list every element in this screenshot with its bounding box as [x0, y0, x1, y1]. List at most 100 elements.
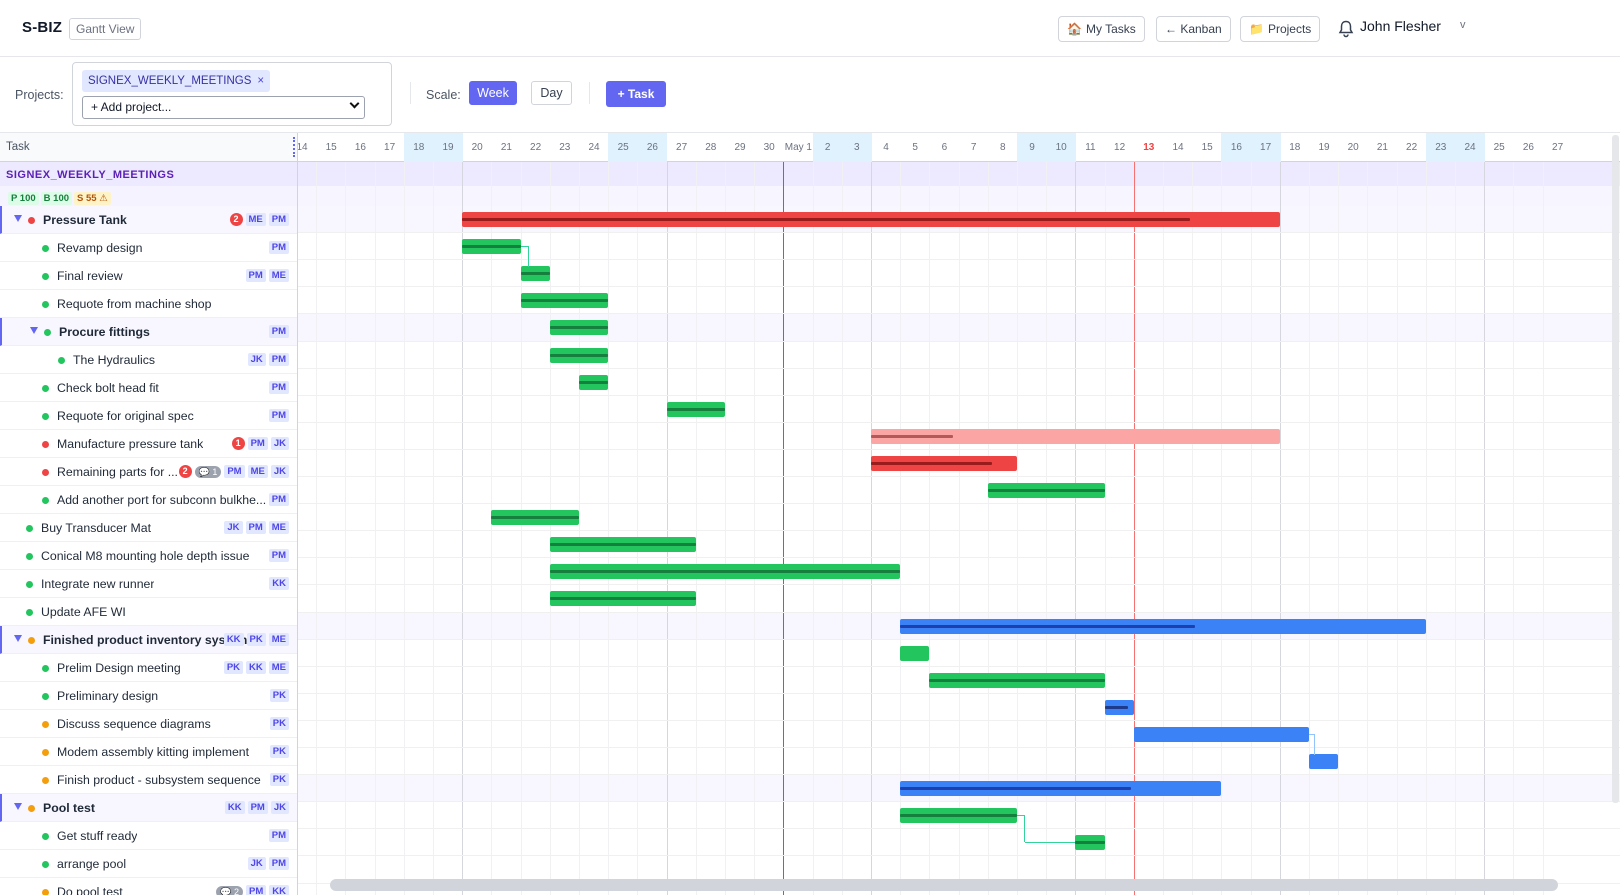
alert-count-badge[interactable]: 2 [229, 213, 243, 226]
task-bar[interactable] [549, 564, 901, 580]
collapse-toggle-icon[interactable] [14, 635, 22, 642]
assignee-tag[interactable]: PM [247, 801, 268, 814]
task-bar[interactable] [1104, 699, 1134, 715]
assignee-tag[interactable]: PM [246, 885, 267, 895]
task-bar[interactable] [549, 347, 609, 363]
assignee-tag[interactable]: PM [268, 213, 289, 226]
task-bar[interactable] [900, 618, 1426, 634]
task-bar[interactable] [549, 320, 609, 336]
task-row[interactable]: arrange pool JK PM [0, 850, 297, 878]
task-group-row[interactable]: Procure fittings PM [0, 318, 297, 346]
assignee-tag[interactable]: PK [269, 689, 289, 702]
task-row[interactable]: Integrate new runner KK [0, 570, 297, 598]
task-bar[interactable] [900, 808, 1017, 824]
task-row[interactable]: The Hydraulics JK PM [0, 346, 297, 374]
task-bar[interactable] [1075, 835, 1105, 851]
collapse-toggle-icon[interactable] [14, 803, 22, 810]
assignee-tag[interactable]: PM [247, 437, 268, 450]
task-row[interactable]: Check bolt head fit PM [0, 374, 297, 402]
assignee-tag[interactable]: PK [269, 717, 289, 730]
task-row[interactable]: Final review PM ME [0, 262, 297, 290]
assignee-tag[interactable]: KK [223, 633, 244, 646]
task-row[interactable]: Do pool test 💬 2 PM KK [0, 878, 297, 895]
assignee-tag[interactable]: JK [270, 465, 289, 478]
remove-chip-icon[interactable]: × [257, 75, 264, 87]
brand-logo[interactable]: S-BIZ [22, 19, 62, 36]
assignee-tag[interactable]: PK [269, 745, 289, 758]
assignee-tag[interactable]: KK [246, 661, 266, 674]
assignee-tag[interactable]: JK [247, 857, 266, 870]
task-bar[interactable] [520, 293, 609, 309]
task-bar[interactable] [462, 212, 1280, 227]
comment-count-badge[interactable]: 💬 2 [216, 885, 244, 895]
assignee-tag[interactable]: PM [268, 549, 289, 562]
assignee-tag[interactable]: KK [269, 577, 289, 590]
project-multiselect[interactable]: SIGNEX_WEEKLY_MEETINGS × + Add project... [72, 62, 392, 126]
vertical-scrollbar[interactable] [1612, 135, 1619, 803]
scale-week-button[interactable]: Week [469, 81, 517, 105]
task-group-row[interactable]: Pool test KK PM JK [0, 794, 297, 822]
my-tasks-button[interactable]: 🏠 My Tasks [1058, 16, 1145, 42]
projects-button[interactable]: 📁 Projects [1240, 16, 1321, 42]
column-resize-handle[interactable] [293, 137, 295, 157]
task-bar[interactable] [549, 591, 696, 607]
assignee-tag[interactable]: KK [269, 885, 289, 895]
task-group-row[interactable]: Finished product inventory system KK PK ME [0, 626, 297, 654]
assignee-tag[interactable]: JK [224, 521, 243, 534]
task-bar[interactable] [520, 266, 550, 282]
task-row[interactable]: Requote for original spec PM [0, 402, 297, 430]
assignee-tag[interactable]: PK [246, 633, 266, 646]
assignee-tag[interactable]: PM [268, 381, 289, 394]
assignee-tag[interactable]: ME [268, 661, 289, 674]
task-row[interactable]: Requote from machine shop [0, 290, 297, 318]
bell-icon[interactable] [1338, 20, 1354, 38]
user-name[interactable]: John Flesher [1360, 18, 1441, 34]
task-bar[interactable] [1133, 726, 1309, 742]
assignee-tag[interactable]: JK [270, 801, 289, 814]
assignee-tag[interactable]: PM [224, 465, 245, 478]
task-bar[interactable] [1309, 754, 1339, 769]
alert-count-badge[interactable]: 2 [178, 465, 192, 478]
assignee-tag[interactable]: PK [269, 773, 289, 786]
task-group-row[interactable]: Pressure Tank 2 ME PM [0, 206, 297, 234]
task-row[interactable]: Finish product - subsystem sequence PK [0, 766, 297, 794]
task-row[interactable]: Preliminary design PK [0, 682, 297, 710]
collapse-toggle-icon[interactable] [30, 327, 38, 334]
add-project-select[interactable]: + Add project... [82, 96, 365, 119]
task-row[interactable]: Remaining parts for ... 2 💬 1 PM ME JK [0, 458, 297, 486]
assignee-tag[interactable]: ME [245, 213, 266, 226]
assignee-tag[interactable]: PM [268, 325, 289, 338]
assignee-tag[interactable]: JK [247, 353, 266, 366]
assignee-tag[interactable]: ME [247, 465, 268, 478]
assignee-tag[interactable]: PM [268, 857, 289, 870]
task-row[interactable]: Prelim Design meeting PK KK ME [0, 654, 297, 682]
project-group-title[interactable]: SIGNEX_WEEKLY_MEETINGS [0, 162, 297, 186]
comment-count-badge[interactable]: 💬 1 [194, 465, 222, 478]
task-bar[interactable] [929, 672, 1105, 688]
task-row[interactable]: Update AFE WI [0, 598, 297, 626]
assignee-tag[interactable]: PM [245, 269, 266, 282]
task-row[interactable]: Get stuff ready PM [0, 822, 297, 850]
task-bar[interactable] [987, 483, 1105, 498]
collapse-toggle-icon[interactable] [14, 215, 22, 222]
task-row[interactable]: Add another port for subconn bulkhe... PM [0, 486, 297, 514]
add-task-button[interactable]: + Task [606, 81, 666, 107]
assignee-tag[interactable]: PM [268, 353, 289, 366]
horizontal-scrollbar[interactable] [330, 879, 1558, 891]
scale-day-button[interactable]: Day [531, 81, 572, 105]
task-bar[interactable] [462, 239, 521, 255]
task-row[interactable]: Manufacture pressure tank 1 PM JK [0, 430, 297, 458]
task-bar[interactable] [549, 537, 696, 553]
assignee-tag[interactable]: PM [245, 521, 266, 534]
assignee-tag[interactable]: PM [268, 409, 289, 422]
assignee-tag[interactable]: ME [268, 269, 289, 282]
task-row[interactable]: Modem assembly kitting implement PK [0, 738, 297, 766]
assignee-tag[interactable]: PM [268, 829, 289, 842]
task-bar[interactable] [871, 455, 1017, 471]
task-row[interactable]: Conical M8 mounting hole depth issue PM [0, 542, 297, 570]
task-bar[interactable] [900, 645, 930, 661]
project-chip[interactable]: SIGNEX_WEEKLY_MEETINGS × [82, 70, 271, 92]
task-bar[interactable] [900, 781, 1222, 797]
assignee-tag[interactable]: KK [224, 801, 245, 814]
task-row[interactable]: Revamp design PM [0, 234, 297, 262]
